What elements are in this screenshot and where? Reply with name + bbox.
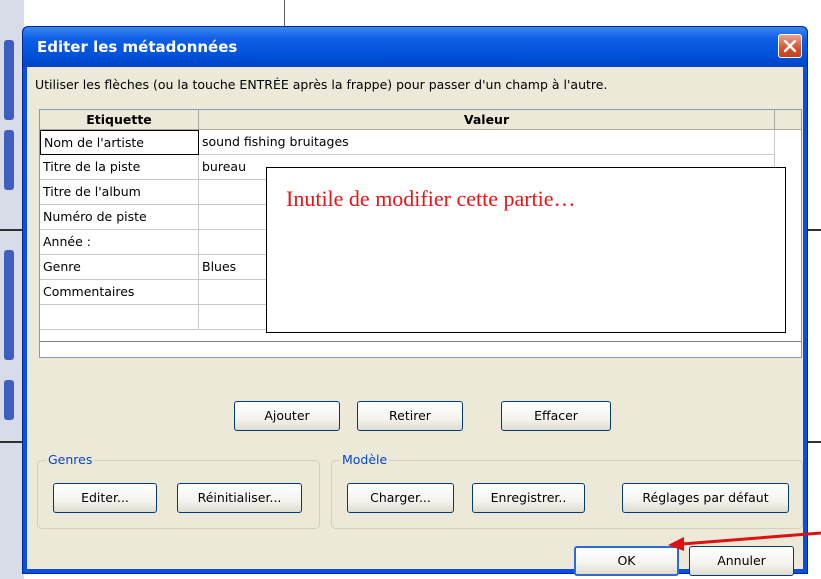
value-cell[interactable]: sound fishing bruitages xyxy=(199,130,775,155)
annotation-text: Inutile de modifier cette partie… xyxy=(286,186,576,211)
column-header-etiquette[interactable]: Etiquette xyxy=(40,110,199,130)
title-bar[interactable]: Editer les métadonnées xyxy=(23,27,807,67)
grid-bottom-border xyxy=(40,341,801,342)
remove-button[interactable]: Retirer xyxy=(357,401,463,431)
grid-header: Etiquette Valeur xyxy=(40,110,801,130)
close-button[interactable] xyxy=(778,34,802,58)
default-settings-button[interactable]: Réglages par défaut xyxy=(622,483,789,513)
background-track-divider xyxy=(0,441,22,443)
close-icon xyxy=(783,39,797,53)
cancel-button[interactable]: Annuler xyxy=(689,546,794,576)
modele-group-label: Modèle xyxy=(340,452,390,467)
ok-button[interactable]: OK xyxy=(574,546,679,576)
instructions-text: Utiliser les flèches (ou la touche ENTRÉ… xyxy=(35,77,608,92)
label-cell[interactable] xyxy=(40,305,199,330)
table-row: Nom de l'artiste sound fishing bruitages xyxy=(40,130,775,155)
label-cell[interactable]: Titre de la piste xyxy=(40,155,199,180)
edit-genres-button[interactable]: Editer... xyxy=(53,483,157,513)
column-header-valeur[interactable]: Valeur xyxy=(199,110,775,130)
modele-group: Modèle Charger... Enregistrer.. Réglages… xyxy=(331,452,803,529)
background-waveform xyxy=(0,0,24,579)
clear-button[interactable]: Effacer xyxy=(501,401,611,431)
save-template-button[interactable]: Enregistrer.. xyxy=(472,483,585,513)
background-track-divider xyxy=(808,229,821,231)
label-cell[interactable]: Commentaires xyxy=(40,280,199,305)
label-cell[interactable]: Titre de l'album xyxy=(40,180,199,205)
reset-genres-button[interactable]: Réinitialiser... xyxy=(177,483,302,513)
background-track-divider xyxy=(808,441,821,443)
genres-group: Genres Editer... Réinitialiser... xyxy=(37,452,320,529)
header-filler xyxy=(775,110,801,130)
label-cell[interactable]: Année : xyxy=(40,230,199,255)
annotation-box: Inutile de modifier cette partie… xyxy=(266,167,786,333)
label-cell[interactable]: Nom de l'artiste xyxy=(40,130,199,155)
label-cell[interactable]: Genre xyxy=(40,255,199,280)
genres-group-label: Genres xyxy=(46,452,95,467)
add-button[interactable]: Ajouter xyxy=(234,401,340,431)
label-cell[interactable]: Numéro de piste xyxy=(40,205,199,230)
load-template-button[interactable]: Charger... xyxy=(347,483,454,513)
background-separator xyxy=(284,0,285,26)
dialog-title: Editer les métadonnées xyxy=(37,38,238,56)
background-track-divider xyxy=(0,229,22,231)
